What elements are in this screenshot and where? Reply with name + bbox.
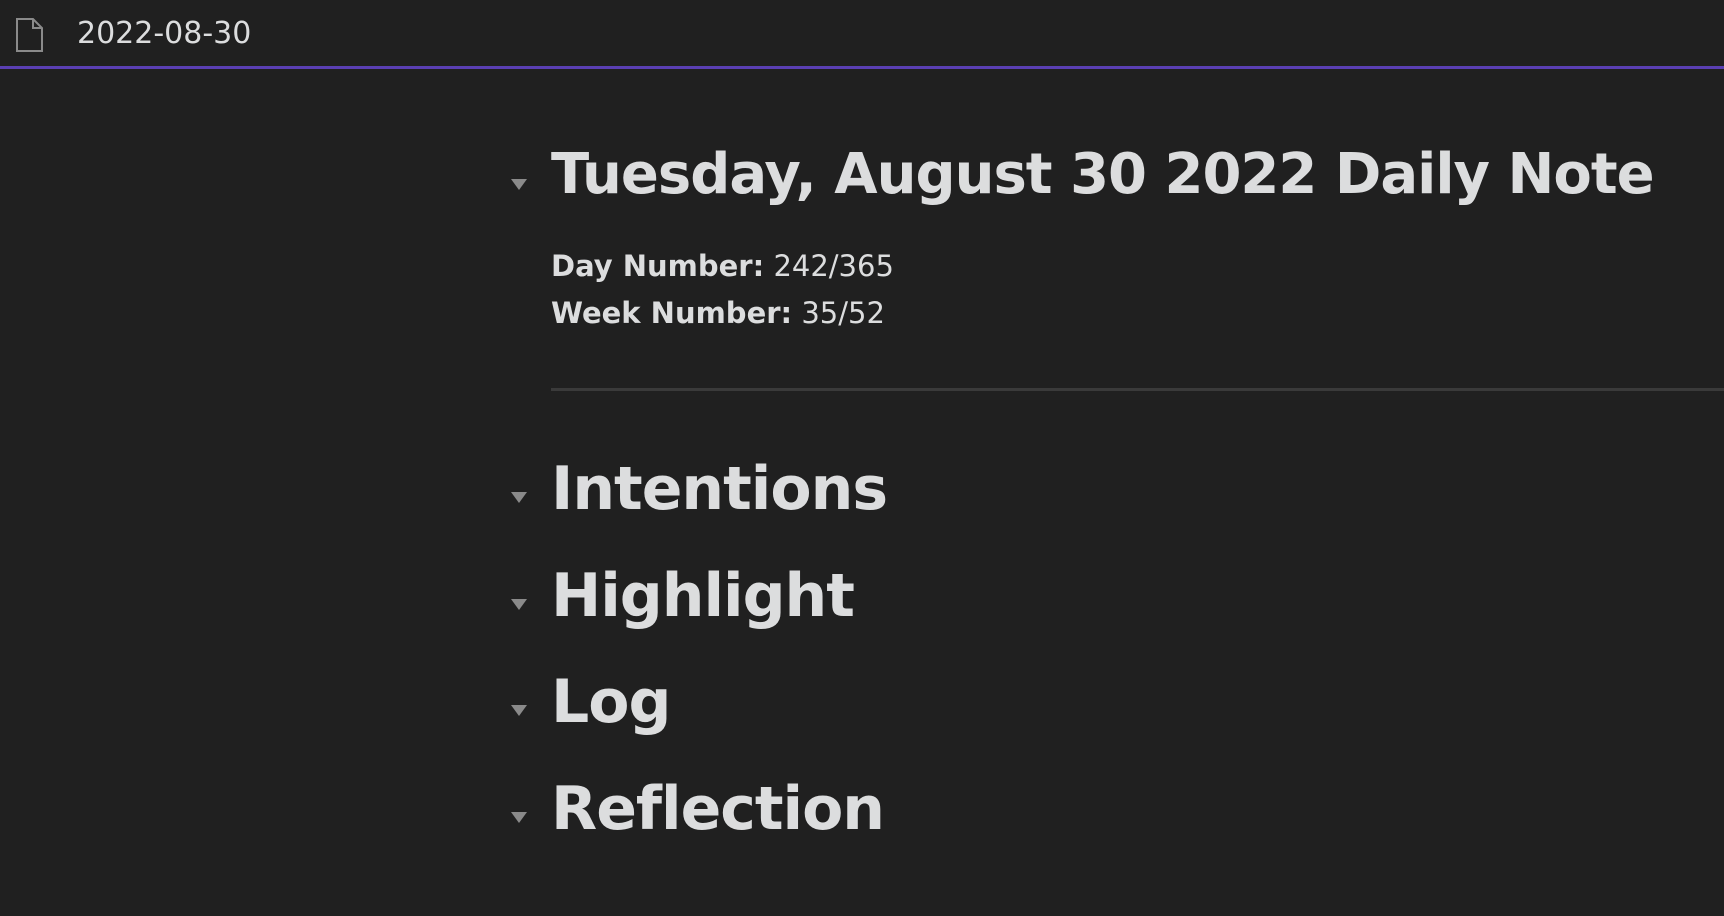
heading-log[interactable]: Log: [551, 666, 671, 738]
document-icon: [16, 18, 43, 52]
note-title-heading[interactable]: Tuesday, August 30 2022 Daily Note: [551, 140, 1655, 210]
day-number-line[interactable]: Day Number: 242/365: [551, 246, 894, 286]
week-number-label: Week Number:: [551, 296, 793, 330]
collapse-triangle-icon[interactable]: [510, 597, 528, 611]
horizontal-rule: [551, 388, 1724, 391]
collapse-triangle-icon[interactable]: [510, 490, 528, 504]
week-number-line[interactable]: Week Number: 35/52: [551, 293, 885, 333]
note-editor[interactable]: Tuesday, August 30 2022 Daily Note Day N…: [0, 69, 1724, 916]
file-title[interactable]: 2022-08-30: [77, 14, 251, 54]
collapse-triangle-icon[interactable]: [510, 703, 528, 717]
heading-reflection[interactable]: Reflection: [551, 773, 885, 845]
heading-highlight[interactable]: Highlight: [551, 560, 855, 632]
day-number-label: Day Number:: [551, 249, 765, 283]
week-number-value: 35/52: [801, 296, 885, 330]
day-number-value: 242/365: [773, 249, 894, 283]
collapse-triangle-icon[interactable]: [510, 810, 528, 824]
collapse-triangle-icon[interactable]: [510, 177, 528, 191]
tab-header: 2022-08-30: [0, 0, 1724, 69]
heading-intentions[interactable]: Intentions: [551, 453, 888, 525]
